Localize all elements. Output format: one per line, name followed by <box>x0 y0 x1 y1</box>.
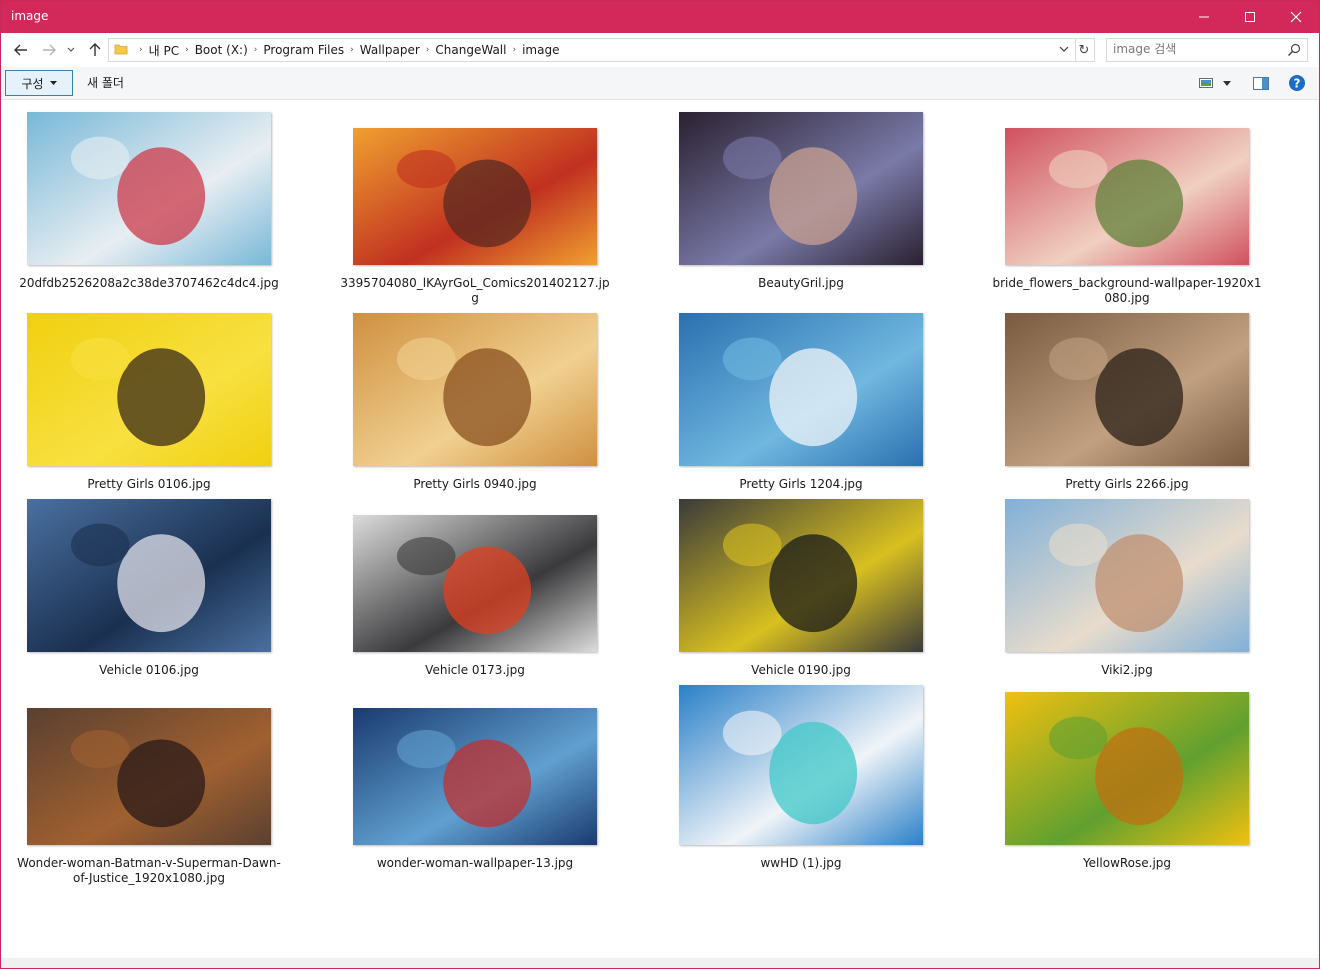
command-bar: 구성 새 폴더 ? <box>1 67 1319 100</box>
maximize-button[interactable] <box>1227 1 1273 33</box>
breadcrumb-item[interactable]: 내 PC <box>149 42 179 59</box>
recent-locations-button[interactable] <box>65 41 77 59</box>
file-item[interactable]: wwHD (1).jpg <box>657 100 945 870</box>
file-thumbnail[interactable] <box>1005 692 1249 845</box>
file-thumbnail[interactable] <box>27 112 271 265</box>
maximize-icon <box>1245 12 1255 22</box>
change-view-button[interactable] <box>1198 74 1214 92</box>
status-bar <box>1 958 1319 968</box>
refresh-button[interactable]: ↻ <box>1074 38 1095 62</box>
file-thumbnail[interactable] <box>353 708 597 845</box>
search-box[interactable] <box>1106 38 1308 62</box>
arrow-right-icon <box>43 44 56 56</box>
breadcrumb-item[interactable]: Wallpaper <box>360 43 420 57</box>
file-thumbnail[interactable] <box>353 128 597 265</box>
file-thumbnail[interactable] <box>27 313 271 466</box>
file-name: bride_flowers_background-wallpaper-1920x… <box>992 276 1262 305</box>
breadcrumb-separator-icon[interactable]: › <box>512 45 516 55</box>
file-name: Wonder-woman-Batman-v-Superman-Dawn-of-J… <box>17 856 281 885</box>
file-name: Pretty Girls 2266.jpg <box>1065 477 1189 491</box>
breadcrumb: › 내 PC › Boot (X:) › Program Files › Wal… <box>133 39 559 61</box>
help-icon: ? <box>1289 75 1305 91</box>
file-thumbnail[interactable] <box>27 499 271 652</box>
minimize-icon <box>1199 16 1209 18</box>
file-item[interactable]: Wonder-woman-Batman-v-Superman-Dawn-of-J… <box>5 100 293 885</box>
close-button[interactable] <box>1273 1 1319 33</box>
file-name: wonder-woman-wallpaper-13.jpg <box>376 856 574 870</box>
breadcrumb-separator-icon[interactable]: › <box>185 45 189 55</box>
close-icon <box>1290 11 1302 23</box>
file-thumbnail[interactable] <box>27 708 271 845</box>
file-name: wwHD (1).jpg <box>760 856 842 870</box>
organize-label: 구성 <box>21 76 44 91</box>
organize-button[interactable]: 구성 <box>5 70 73 96</box>
breadcrumb-separator-icon[interactable]: › <box>350 45 354 55</box>
file-name: BeautyGril.jpg <box>758 276 844 290</box>
new-folder-label: 새 폴더 <box>87 75 124 90</box>
file-thumbnail[interactable] <box>679 313 923 466</box>
file-list[interactable]: 20dfdb2526208a2c38de3707462c4dc4.jpg 3395… <box>1 100 1319 958</box>
view-options-dropdown[interactable] <box>1220 74 1234 92</box>
file-name: Pretty Girls 0940.jpg <box>413 477 537 491</box>
refresh-icon: ↻ <box>1078 42 1090 58</box>
arrow-left-icon <box>14 44 27 56</box>
address-row: › 내 PC › Boot (X:) › Program Files › Wal… <box>1 33 1319 67</box>
chevron-down-icon <box>1059 46 1069 52</box>
chevron-down-icon <box>67 47 75 52</box>
title-bar[interactable]: image <box>1 1 1319 33</box>
up-button[interactable] <box>85 41 105 59</box>
preview-pane-icon <box>1253 76 1269 90</box>
breadcrumb-separator-icon: › <box>139 45 143 55</box>
preview-pane-button[interactable] <box>1251 74 1271 92</box>
explorer-window: image › 내 PC › Boot (X:) › Program Files… <box>0 0 1320 969</box>
window-title: image <box>11 9 49 23</box>
back-button[interactable] <box>11 41 31 59</box>
breadcrumb-item[interactable]: image <box>522 43 559 57</box>
file-name: Vehicle 0106.jpg <box>99 663 199 677</box>
file-item[interactable]: wonder-woman-wallpaper-13.jpg <box>331 100 619 870</box>
file-thumbnail[interactable] <box>353 313 597 466</box>
file-name: 20dfdb2526208a2c38de3707462c4dc4.jpg <box>19 276 279 290</box>
breadcrumb-item[interactable]: ChangeWall <box>435 43 506 57</box>
file-thumbnail[interactable] <box>1005 313 1249 466</box>
breadcrumb-item[interactable]: Program Files <box>263 43 344 57</box>
file-thumbnail[interactable] <box>1005 499 1249 652</box>
breadcrumb-separator-icon[interactable]: › <box>426 45 430 55</box>
breadcrumb-item[interactable]: Boot (X:) <box>195 43 248 57</box>
view-icon <box>1199 78 1213 88</box>
arrow-up-icon <box>89 43 101 56</box>
file-name: Vehicle 0190.jpg <box>751 663 851 677</box>
file-name: 3395704080_lKAyrGoL_Comics201402127.jpg <box>340 276 610 305</box>
svg-text:?: ? <box>1294 77 1301 91</box>
file-name: Pretty Girls 0106.jpg <box>87 477 211 491</box>
file-item[interactable]: YellowRose.jpg <box>983 100 1271 870</box>
breadcrumb-separator-icon[interactable]: › <box>254 45 258 55</box>
search-icon <box>1288 43 1301 56</box>
minimize-button[interactable] <box>1181 1 1227 33</box>
file-thumbnail[interactable] <box>1005 128 1249 265</box>
file-thumbnail[interactable] <box>679 685 923 845</box>
folder-icon <box>114 44 128 55</box>
file-name: Vehicle 0173.jpg <box>425 663 525 677</box>
new-folder-button[interactable]: 새 폴더 <box>87 70 124 94</box>
address-dropdown-button[interactable] <box>1057 42 1071 56</box>
address-bar[interactable]: › 내 PC › Boot (X:) › Program Files › Wal… <box>108 38 1076 62</box>
file-thumbnail[interactable] <box>679 112 923 265</box>
caret-down-icon <box>1223 80 1231 86</box>
file-name: Pretty Girls 1204.jpg <box>739 477 863 491</box>
help-button[interactable]: ? <box>1287 74 1307 92</box>
search-input[interactable] <box>1113 41 1283 57</box>
file-name: YellowRose.jpg <box>1082 856 1172 870</box>
file-thumbnail[interactable] <box>353 515 597 652</box>
caret-down-icon <box>49 81 57 85</box>
file-name: Viki2.jpg <box>1101 663 1153 677</box>
file-thumbnail[interactable] <box>679 499 923 652</box>
forward-button[interactable] <box>39 41 59 59</box>
